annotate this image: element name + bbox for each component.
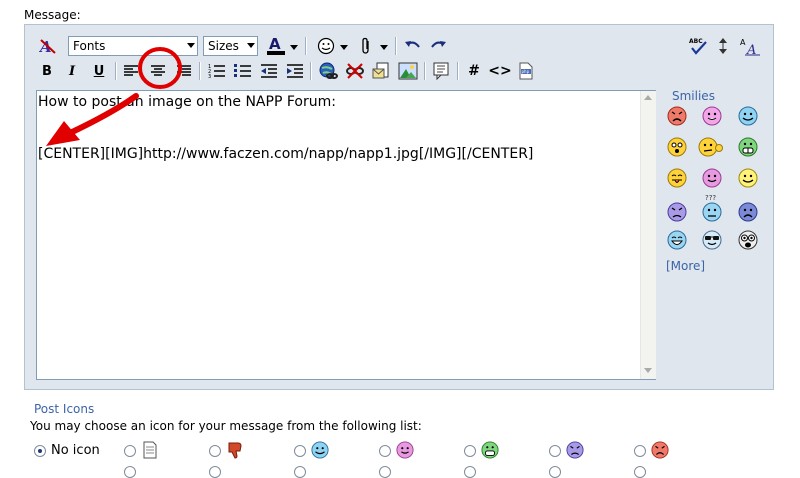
purple-frown-smiley-icon[interactable]	[667, 202, 687, 222]
cool-sunglasses-smiley-icon[interactable]	[702, 230, 722, 250]
red-circle-annotation	[138, 47, 182, 89]
pink-smiley-icon[interactable]	[702, 168, 722, 188]
surprised-smiley-icon[interactable]	[667, 137, 687, 157]
post-icon-radio-row2-1[interactable]	[124, 466, 136, 478]
red-arrow-shaft	[67, 93, 139, 136]
post-icon-radio-purple[interactable]	[549, 445, 561, 457]
post-icon-radio-angry[interactable]	[634, 445, 646, 457]
svg-text:???: ???	[705, 194, 716, 202]
post-icons-description: You may choose an icon for your message …	[30, 419, 422, 433]
laughing-smiley-icon[interactable]	[667, 230, 687, 250]
smile-blue-smiley-icon[interactable]	[738, 106, 758, 126]
post-icon-radio-document[interactable]	[124, 445, 136, 457]
more-smilies-link[interactable]: [More]	[666, 259, 705, 273]
happy-yellow-smiley-icon[interactable]	[738, 168, 758, 188]
thinking-smiley-icon[interactable]	[698, 137, 724, 157]
angry-smiley-icon[interactable]	[667, 106, 687, 126]
post-icon-radio-row2-5[interactable]	[464, 466, 476, 478]
tongue-smiley-icon[interactable]	[702, 106, 722, 126]
pink-post-icon	[396, 441, 414, 459]
confused-smiley-icon[interactable]: ???	[700, 194, 724, 222]
smile-post-icon	[311, 441, 329, 459]
post-icon-radio-row2-4[interactable]	[379, 466, 391, 478]
post-icon-radio-thumbs-down[interactable]	[209, 445, 221, 457]
sad-blue-smiley-icon[interactable]	[738, 202, 758, 222]
post-icon-radio-row2-6[interactable]	[549, 466, 561, 478]
post-icon-radio-row2-2[interactable]	[209, 466, 221, 478]
post-icons-title: Post Icons	[34, 402, 95, 416]
post-icon-radio-row2-3[interactable]	[294, 466, 306, 478]
post-icon-radio-smile[interactable]	[294, 445, 306, 457]
post-icon-radio-grin[interactable]	[464, 445, 476, 457]
no-icon-radio[interactable]	[34, 445, 46, 457]
post-icon-radio-pink[interactable]	[379, 445, 391, 457]
grin-green-smiley-icon[interactable]	[738, 137, 758, 157]
thumbs-down-icon	[228, 442, 242, 459]
angry-post-icon	[651, 441, 669, 459]
purple-frown-post-icon	[566, 441, 584, 459]
document-icon	[143, 441, 157, 459]
grin-post-icon	[481, 441, 499, 459]
post-icon-radio-row2-7[interactable]	[634, 466, 646, 478]
smilies-title: Smilies	[672, 89, 715, 103]
tongue-out-smiley-icon[interactable]	[667, 168, 687, 188]
shocked-smiley-icon[interactable]	[738, 230, 758, 250]
no-icon-label: No icon	[51, 443, 100, 458]
